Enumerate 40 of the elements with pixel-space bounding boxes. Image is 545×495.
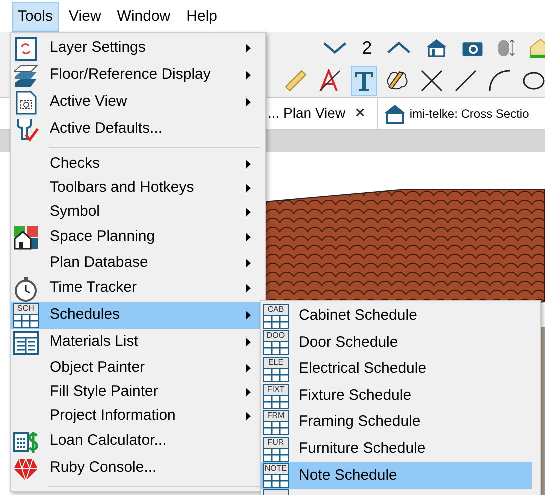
schedule-icon: NOTE	[263, 463, 289, 488]
schedule-icon: FRM	[263, 410, 289, 436]
menu-item[interactable]: Time Tracker	[11, 275, 265, 302]
menu-item[interactable]: Symbol	[11, 200, 265, 224]
view-tab[interactable]: imi-telke: Cross Sectio	[378, 98, 530, 129]
menu-item[interactable]: Active View	[11, 89, 265, 116]
menu-item[interactable]: Active Defaults...	[11, 116, 265, 143]
house-icon	[384, 102, 406, 124]
menu-item[interactable]: Plan Database	[11, 251, 265, 275]
tab-label: ... Plan View	[268, 104, 346, 123]
schedule-icon: SCH	[13, 303, 39, 328]
menu-item[interactable]: Layer Settings	[11, 35, 265, 62]
floor-number: 2	[362, 36, 372, 60]
stacked-layers-icon	[13, 62, 39, 88]
house-plan-icon	[13, 224, 39, 250]
stopwatch-icon	[13, 276, 39, 302]
schedule-icon: CAB	[263, 304, 289, 329]
schedule-icon: FUR	[263, 436, 289, 462]
menu-item[interactable]: Space Planning	[11, 224, 265, 251]
ruler-icon	[284, 68, 308, 92]
letter-a-arrow-icon	[318, 68, 342, 92]
menu-item[interactable]: Toolbars and Hotkeys	[11, 176, 265, 200]
cross-icon	[420, 68, 444, 92]
arc-icon	[488, 68, 512, 92]
menu-bar-item[interactable]: Window	[111, 2, 177, 32]
line-icon	[454, 68, 478, 92]
close-button[interactable]: ×	[356, 102, 365, 126]
schedule-icon: FIXT	[263, 384, 289, 409]
tab-label: imi-telke: Cross Sectio	[410, 106, 530, 122]
pencil-cloud-icon	[386, 68, 410, 92]
menu-bar-item[interactable]: Help	[180, 2, 224, 32]
schedule-icon: ELE	[263, 356, 289, 382]
view-tab[interactable]: ... Plan View ×	[268, 98, 378, 129]
menu-item[interactable]: Checks	[11, 152, 265, 176]
menu-item[interactable]: NOTE Note Schedule	[261, 462, 532, 490]
menu-bar-item[interactable]: View	[63, 2, 108, 32]
ruby-gem-icon	[13, 456, 39, 482]
list-table-icon	[13, 330, 39, 356]
schedule-icon: DOO	[263, 330, 289, 356]
menu-bar-item[interactable]: Tools	[12, 2, 60, 32]
